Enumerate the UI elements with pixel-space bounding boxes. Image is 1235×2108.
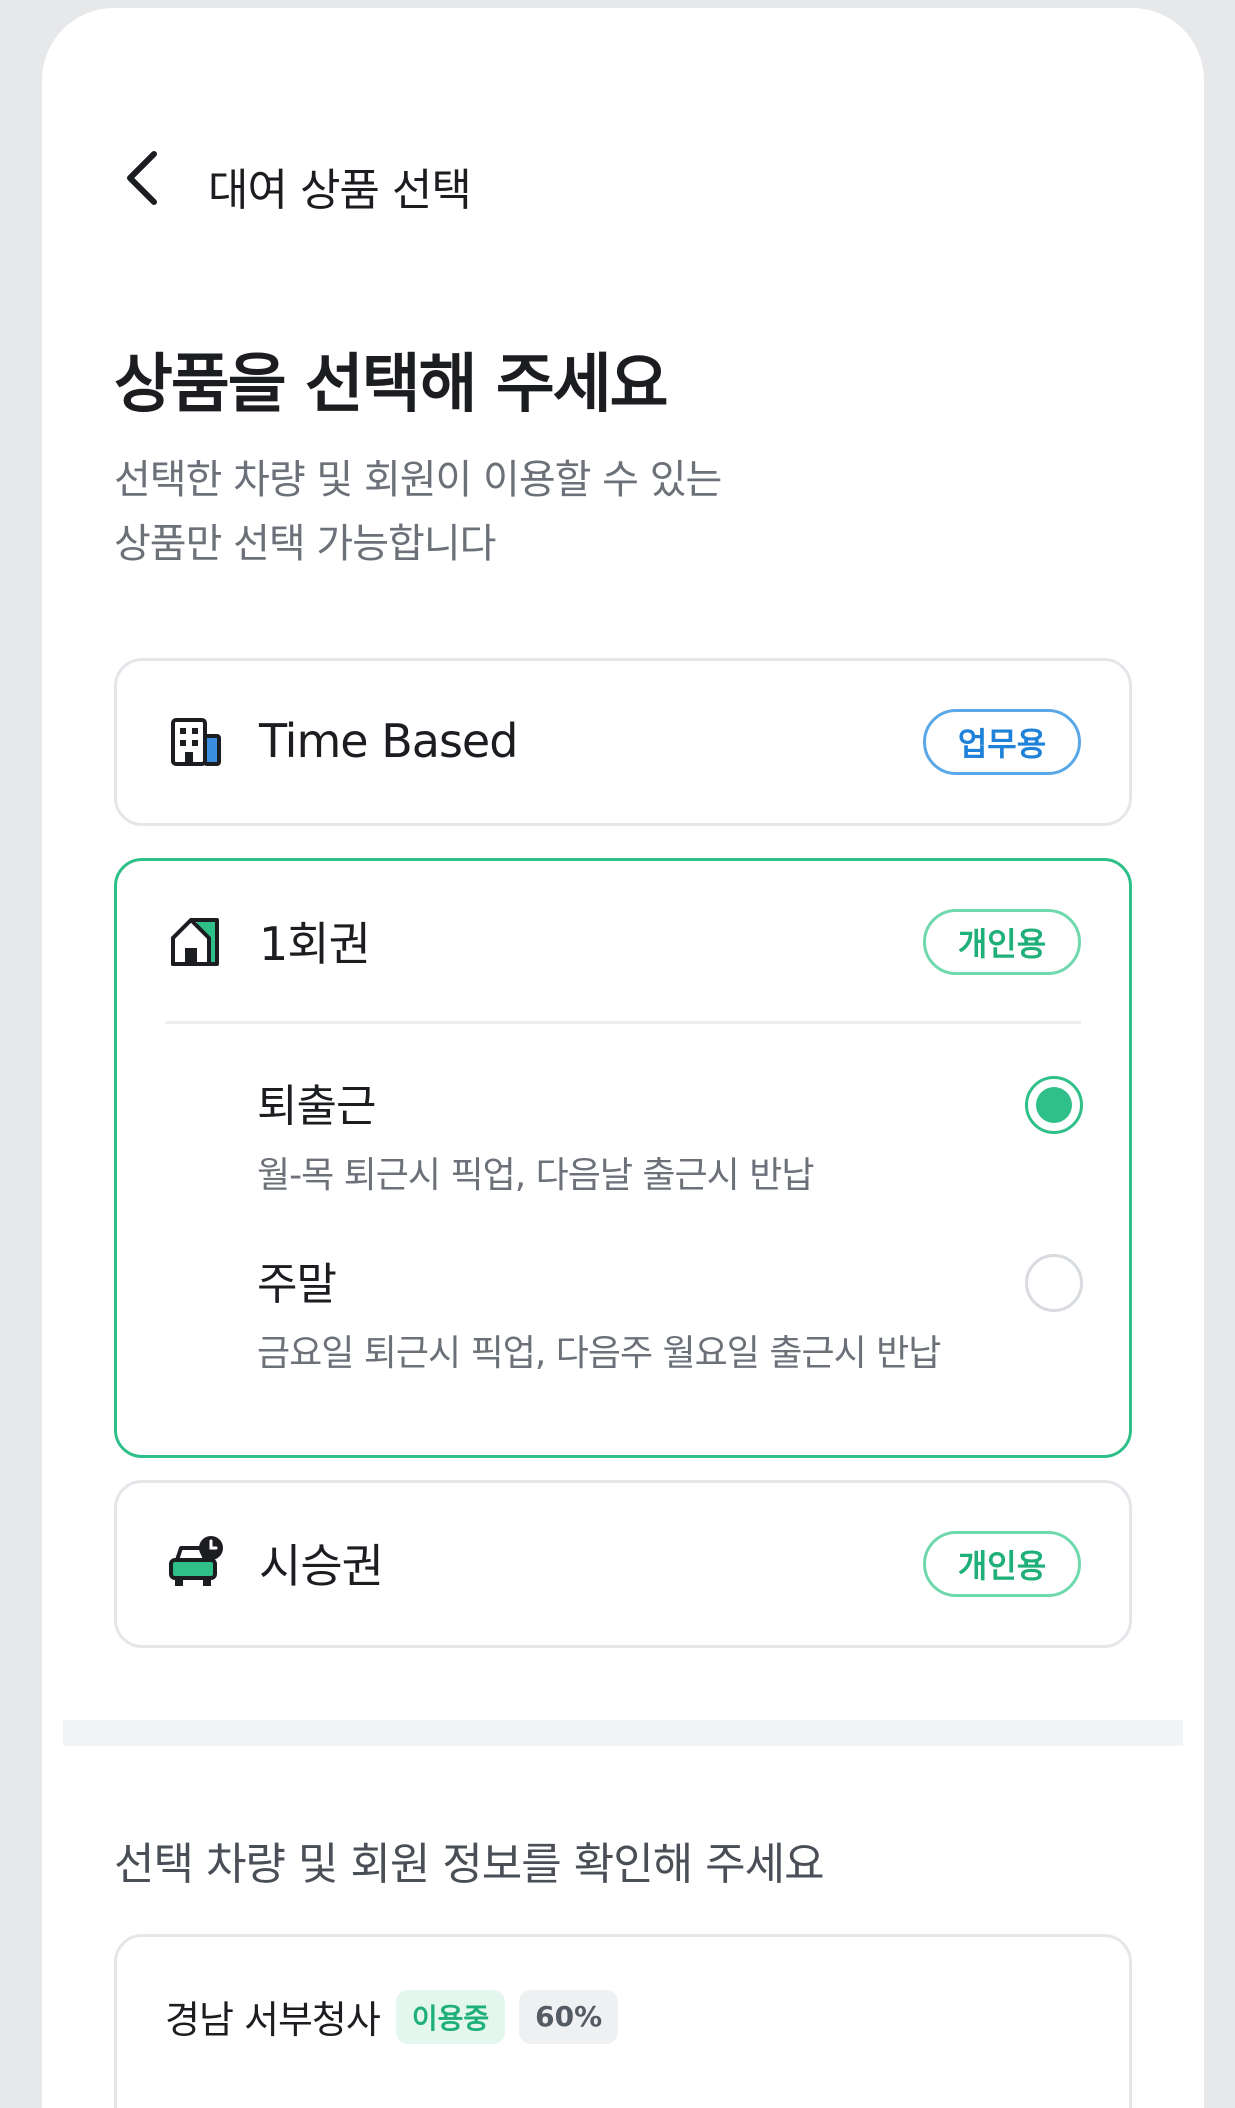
option-weekend[interactable]: 주말 금요일 퇴근시 픽업, 다음주 월요일 출근시 반납 [117, 1202, 1129, 1380]
option-title: 주말 [257, 1259, 337, 1310]
option-description: 금요일 퇴근시 픽업, 다음주 월요일 출근시 반납 [257, 1333, 941, 1374]
section-divider [63, 1720, 1183, 1746]
chevron-left-icon [127, 151, 157, 205]
building-icon [167, 712, 225, 770]
member-info-row: 경남 서부청사 이용중 60% [165, 1989, 632, 2044]
option-commute[interactable]: 퇴출근 월-목 퇴근시 픽업, 다음날 출근시 반납 [117, 1024, 1129, 1202]
percent-badge: 60% [519, 1989, 619, 2044]
option-title: 퇴출근 [257, 1081, 376, 1132]
product-title: Time Based [259, 714, 518, 768]
page-title: 상품을 선택해 주세요 [114, 348, 668, 422]
product-card-one-time[interactable]: 1회권 개인용 퇴출근 월-목 퇴근시 픽업, 다음날 출근시 반납 주말 금요… [114, 858, 1132, 1458]
option-description: 월-목 퇴근시 픽업, 다음날 출근시 반납 [257, 1155, 814, 1196]
back-button[interactable] [102, 138, 182, 218]
status-badge: 이용중 [395, 1989, 506, 2044]
product-title: 시승권 [259, 1539, 384, 1593]
usage-badge: 개인용 [923, 1531, 1081, 1597]
page-description-line: 선택한 차량 및 회원이 이용할 수 있는 [114, 457, 722, 503]
house-icon [167, 912, 225, 970]
page-description-line: 상품만 선택 가능합니다 [114, 521, 496, 567]
product-card-header[interactable]: 1회권 개인용 [117, 861, 1129, 1021]
header: 대여 상품 선택 [42, 8, 1204, 216]
bottom-sheet: 대여 상품 선택 상품을 선택해 주세요 선택한 차량 및 회원이 이용할 수 … [42, 8, 1204, 2108]
member-name: 경남 서부청사 [165, 1998, 381, 2042]
radio-unselected[interactable] [1025, 1254, 1083, 1312]
product-card-header[interactable]: Time Based 업무용 [117, 661, 1129, 821]
usage-badge: 업무용 [923, 709, 1081, 775]
car-clock-icon [167, 1534, 225, 1592]
section-title: 선택 차량 및 회원 정보를 확인해 주세요 [114, 1839, 825, 1890]
usage-badge: 개인용 [923, 909, 1081, 975]
product-card-test-drive[interactable]: 시승권 개인용 [114, 1480, 1132, 1648]
member-info-card: 경남 서부청사 이용중 60% [114, 1934, 1132, 2108]
radio-selected[interactable] [1025, 1076, 1083, 1134]
product-card-time-based[interactable]: Time Based 업무용 [114, 658, 1132, 826]
header-title: 대여 상품 선택 [208, 165, 472, 216]
product-card-header[interactable]: 시승권 개인용 [117, 1483, 1129, 1643]
page-description: 선택한 차량 및 회원이 이용할 수 있는 상품만 선택 가능합니다 [114, 448, 722, 576]
product-title: 1회권 [259, 917, 371, 971]
